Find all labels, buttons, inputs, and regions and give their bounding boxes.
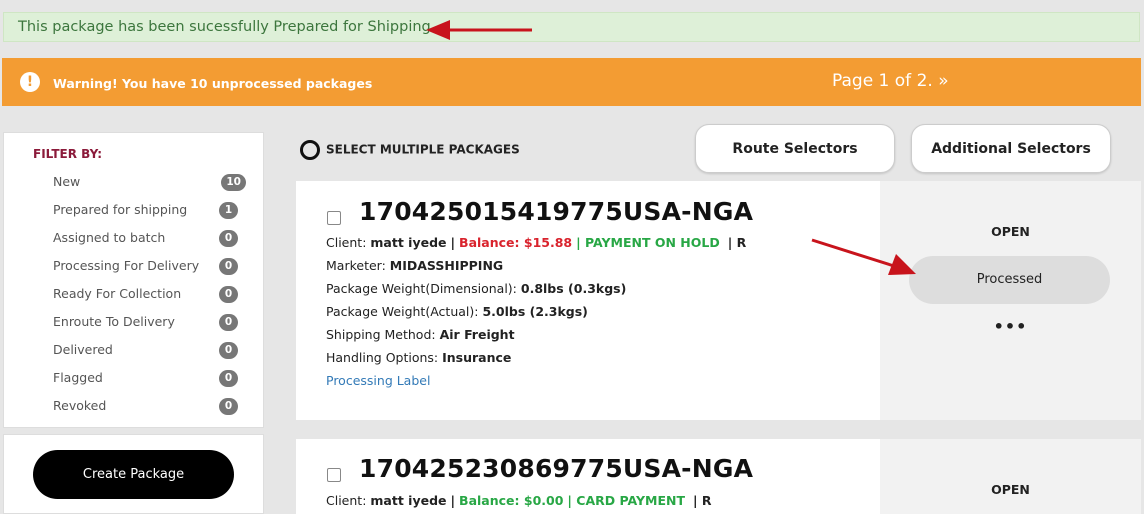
package-checkbox[interactable] [327,211,341,225]
filter-item-prepared-for-shipping[interactable]: Prepared for shipping 1 [53,202,238,220]
filter-count-badge: 0 [219,314,238,331]
filter-item-enroute-to-delivery[interactable]: Enroute To Delivery 0 [53,314,238,332]
select-multiple-radio[interactable] [300,140,320,160]
filter-count-badge: 0 [219,258,238,275]
marketer-row: Marketer: MIDASSHIPPING [326,258,503,273]
select-multiple-packages[interactable]: SELECT MULTIPLE PACKAGES [300,140,520,160]
filter-item-delivered[interactable]: Delivered 0 [53,342,238,360]
filter-item-label: Processing For Delivery [53,258,200,273]
payment-status: | CARD PAYMENT [567,493,686,508]
separator: | [450,493,456,508]
package-card: OPEN Processed ••• 170425015419775USA-NG… [296,181,1141,420]
package-status: OPEN [991,482,1030,497]
filter-count-badge: 1 [219,202,238,219]
additional-selectors-button[interactable]: Additional Selectors [911,124,1111,173]
weight-dimensional-value: 0.8lbs (0.3kgs) [520,281,627,296]
processed-button[interactable]: Processed [909,256,1110,304]
filter-item-flagged[interactable]: Flagged 0 [53,370,238,388]
exclamation-icon: ! [20,72,40,92]
filter-item-label: Enroute To Delivery [53,314,175,329]
filter-item-processing-for-delivery[interactable]: Processing For Delivery 0 [53,258,238,276]
package-card: OPEN 170425230869775USA-NGA Client: matt… [296,439,1141,514]
filter-item-label: Ready For Collection [53,286,182,301]
filter-panel: FILTER BY: New 10 Prepared for shipping … [3,132,264,428]
success-alert: This package has been sucessfully Prepar… [3,12,1140,42]
annotation-arrow-right [811,238,916,275]
flag: | R [727,235,747,250]
warning-text: Warning! You have 10 unprocessed package… [53,76,373,91]
filter-count-badge: 0 [219,342,238,359]
filter-count-badge: 0 [219,286,238,303]
weight-actual-label: Package Weight(Actual): [326,304,479,319]
annotation-arrow-left [426,20,532,40]
filter-item-label: Assigned to batch [53,230,166,245]
marketer-label: Marketer: [326,258,386,273]
weight-dimensional-row: Package Weight(Dimensional): 0.8lbs (0.3… [326,281,626,296]
client-label: Client: [326,493,367,508]
client-name: matt iyede [370,235,447,250]
create-package-panel: Create Package [3,434,264,514]
filter-title: FILTER BY: [33,147,103,161]
client-label: Client: [326,235,367,250]
handling-options-row: Handling Options: Insurance [326,350,511,365]
filter-count-badge: 0 [219,230,238,247]
package-status: OPEN [991,224,1030,239]
client-name: matt iyede [370,493,447,508]
warning-alert: ! Warning! You have 10 unprocessed packa… [2,58,1141,106]
shipping-method-value: Air Freight [439,327,515,342]
handling-options-value: Insurance [442,350,512,365]
marketer-value: MIDASSHIPPING [389,258,504,273]
package-actions-panel: OPEN [880,439,1141,514]
package-id: 170425230869775USA-NGA [359,454,754,483]
pagination: Page 1 of 2. » [832,71,949,91]
create-package-button[interactable]: Create Package [33,450,234,499]
filter-item-ready-for-collection[interactable]: Ready For Collection 0 [53,286,238,304]
filter-item-label: Revoked [53,398,107,413]
filter-item-label: Delivered [53,342,113,357]
package-actions-panel: OPEN Processed ••• [880,181,1141,420]
success-alert-text: This package has been sucessfully Prepar… [18,19,436,35]
route-selectors-button[interactable]: Route Selectors [695,124,895,173]
weight-actual-row: Package Weight(Actual): 5.0lbs (2.3kgs) [326,304,588,319]
separator: | [450,235,456,250]
filter-count-badge: 10 [221,174,246,191]
filter-item-new[interactable]: New 10 [53,174,246,192]
payment-status: | PAYMENT ON HOLD [576,235,720,250]
weight-actual-value: 5.0lbs (2.3kgs) [482,304,588,319]
balance: Balance: $15.88 [459,235,573,250]
filter-item-label: Prepared for shipping [53,202,188,217]
shipping-method-row: Shipping Method: Air Freight [326,327,515,342]
handling-options-label: Handling Options: [326,350,439,365]
package-checkbox[interactable] [327,468,341,482]
filter-item-assigned-to-batch[interactable]: Assigned to batch 0 [53,230,238,248]
shipping-method-label: Shipping Method: [326,327,436,342]
client-row: Client: matt iyede | Balance: $0.00 | CA… [326,493,712,508]
package-id: 170425015419775USA-NGA [359,197,754,226]
processing-label-link[interactable]: Processing Label [326,373,430,388]
select-multiple-label: SELECT MULTIPLE PACKAGES [326,142,520,157]
flag: | R [693,493,712,508]
filter-item-label: Flagged [53,370,103,385]
more-options-icon[interactable]: ••• [880,317,1141,336]
filter-item-label: New [53,174,81,189]
filter-count-badge: 0 [219,398,238,415]
client-row: Client: matt iyede | Balance: $15.88 | P… [326,235,746,250]
filter-count-badge: 0 [219,370,238,387]
page-info-text: Page 1 of 2. [832,71,933,91]
weight-dimensional-label: Package Weight(Dimensional): [326,281,517,296]
filter-item-revoked[interactable]: Revoked 0 [53,398,238,416]
balance: Balance: $0.00 [459,493,564,508]
next-page-link[interactable]: » [938,71,948,91]
